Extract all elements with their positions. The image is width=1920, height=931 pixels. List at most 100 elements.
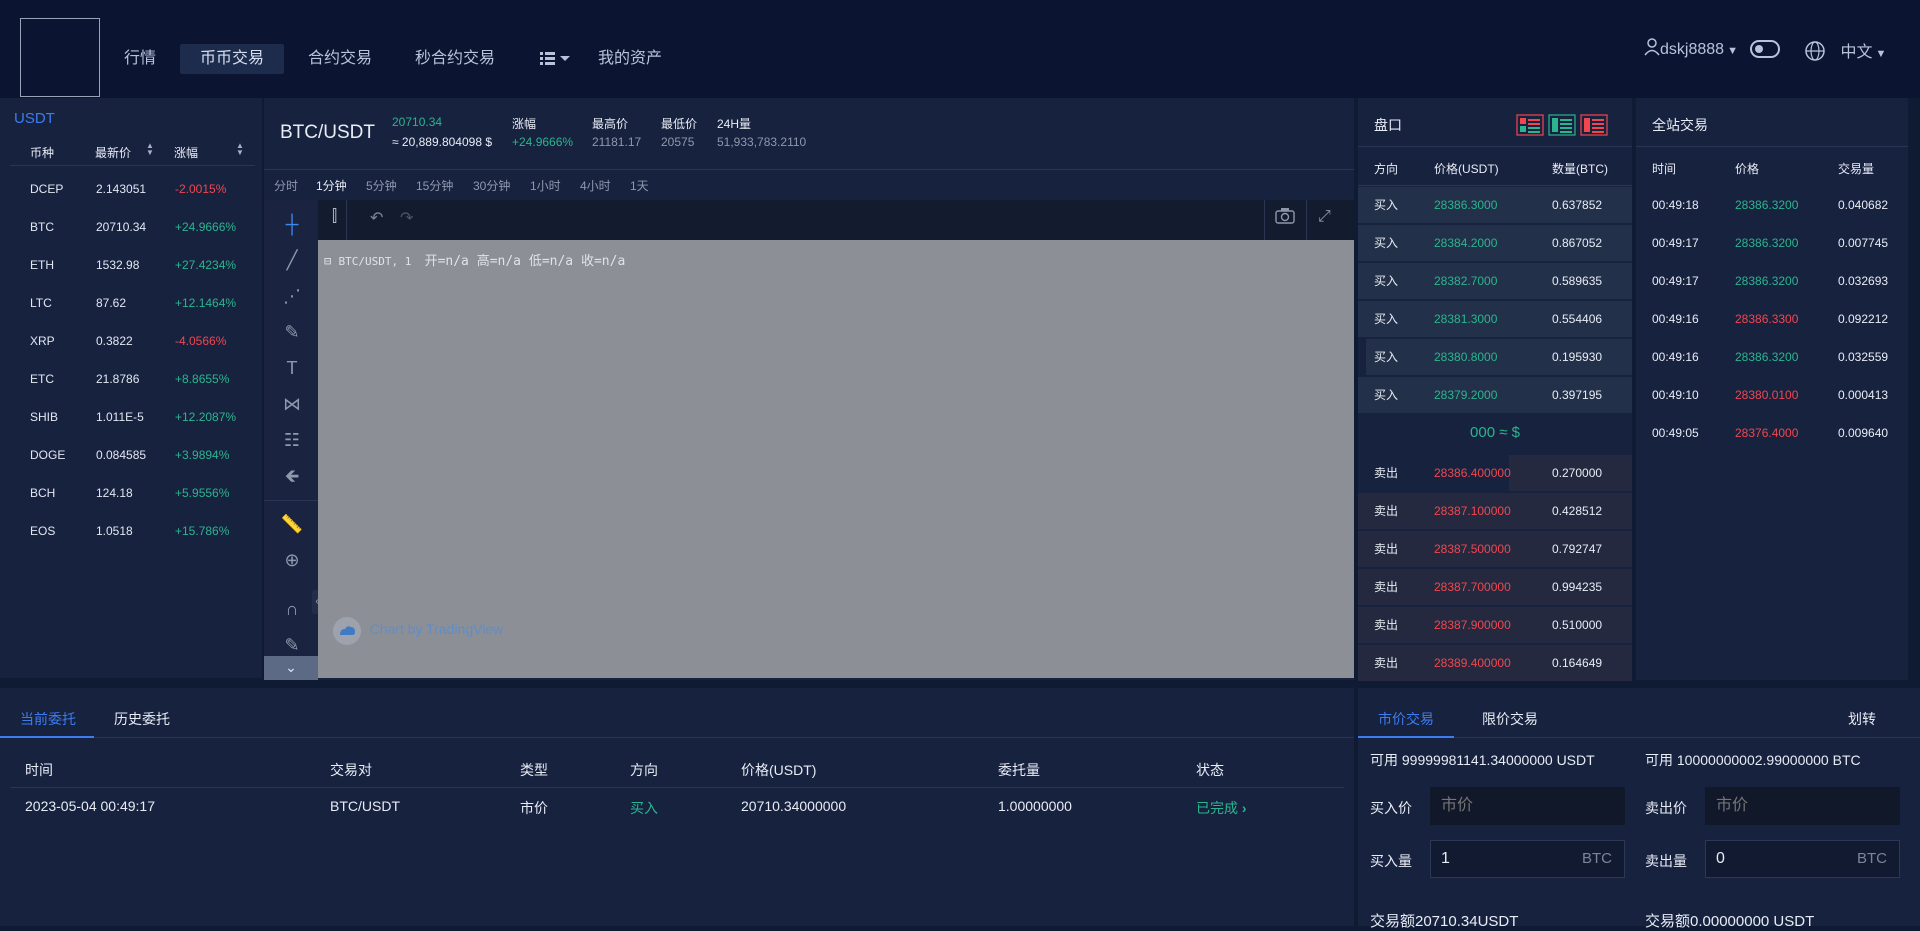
sort-icon[interactable]: ▲ ▼ xyxy=(236,142,244,157)
interval-option[interactable]: 15分钟 xyxy=(416,177,453,194)
nav-contract-trading[interactable]: 合约交易 xyxy=(288,44,392,74)
zoom-in-icon[interactable]: ⊕ xyxy=(280,548,304,572)
trendline-icon[interactable]: ╱ xyxy=(280,248,304,272)
table-row[interactable]: 卖出 28387.700000 0.994235 xyxy=(1358,568,1632,606)
table-row[interactable]: 卖出 28389.400000 0.164649 xyxy=(1358,644,1632,682)
pattern-tool-icon[interactable]: ⋈ xyxy=(280,392,304,416)
brush-icon[interactable]: ✎ xyxy=(280,320,304,344)
trade-time: 00:49:17 xyxy=(1652,274,1699,288)
market-change: -4.0566% xyxy=(175,334,227,348)
market-coin: LTC xyxy=(30,296,52,310)
fullscreen-icon[interactable]: ⤢ xyxy=(1318,208,1331,226)
table-row[interactable]: 卖出 28386.400000 0.270000 xyxy=(1358,454,1632,492)
orders-col-price: 价格(USDT) xyxy=(741,762,817,778)
sell-price-input[interactable] xyxy=(1705,787,1900,825)
orderbook-view-all-button[interactable] xyxy=(1516,114,1544,139)
user-menu[interactable]: dskj8888 ▼ xyxy=(1644,38,1738,59)
list-item[interactable]: LTC 87.62 +12.1464% xyxy=(30,284,262,322)
orderbook-price: 28387.900000 xyxy=(1434,618,1511,632)
interval-option[interactable]: 30分钟 xyxy=(473,177,510,194)
crosshair-icon[interactable]: ┼ xyxy=(280,212,304,236)
buy-qty-input[interactable]: 1 BTC xyxy=(1430,840,1625,878)
table-row[interactable]: 买入 28382.7000 0.589635 xyxy=(1358,262,1632,300)
interval-option[interactable]: 1小时 xyxy=(530,177,561,194)
nav-my-assets[interactable]: 我的资产 xyxy=(578,44,682,74)
redo-icon[interactable]: ↷ xyxy=(400,208,413,228)
camera-icon[interactable] xyxy=(1274,206,1296,229)
list-item[interactable]: ETC 21.8786 +8.8655% xyxy=(30,360,262,398)
text-tool-icon[interactable]: T xyxy=(280,356,304,380)
arrow-left-icon[interactable]: 🡸 xyxy=(280,464,304,488)
language-label: 中文 xyxy=(1840,44,1873,61)
fib-tool-icon[interactable]: ⋰ xyxy=(280,284,304,308)
trade-time: 00:49:05 xyxy=(1652,426,1699,440)
table-row[interactable]: 卖出 28387.100000 0.428512 xyxy=(1358,492,1632,530)
nav-more-menu[interactable] xyxy=(538,48,572,68)
buy-price-input[interactable] xyxy=(1430,787,1625,825)
market-col-price[interactable]: 最新价 xyxy=(95,144,131,161)
table-row[interactable]: 2023-05-04 00:49:17 BTC/USDT 市价 买入 20710… xyxy=(10,792,1344,822)
list-item[interactable]: XRP 0.3822 -4.0566% xyxy=(30,322,262,360)
interval-option[interactable]: 1天 xyxy=(630,177,649,194)
lock-drawing-icon[interactable]: ✎ xyxy=(280,633,304,657)
orderbook-qty: 0.994235 xyxy=(1552,580,1603,594)
list-item[interactable]: DOGE 0.084585 +3.9894% xyxy=(30,436,262,474)
orderbook-qty: 0.637852 xyxy=(1552,198,1603,212)
tab-current-orders[interactable]: 当前委托 xyxy=(20,709,76,729)
table-row[interactable]: 买入 28379.2000 0.397195 xyxy=(1358,376,1632,414)
market-coin: ETH xyxy=(30,258,54,272)
interval-option[interactable]: 1分钟 xyxy=(316,177,347,194)
trade-price: 28386.3300 xyxy=(1735,312,1799,326)
order-status[interactable]: 已完成 › xyxy=(1196,798,1247,818)
table-row[interactable]: 卖出 28387.500000 0.792747 xyxy=(1358,530,1632,568)
orderbook-qty: 0.554406 xyxy=(1552,312,1603,326)
table-row[interactable]: 买入 28386.3000 0.637852 xyxy=(1358,186,1632,224)
table-row[interactable]: 卖出 28387.900000 0.510000 xyxy=(1358,606,1632,644)
list-item[interactable]: BCH 124.18 +5.9556% xyxy=(30,474,262,512)
list-item[interactable]: ETH 1532.98 +27.4234% xyxy=(30,246,262,284)
tab-history-orders[interactable]: 历史委托 xyxy=(114,709,170,729)
nav-spot-trading[interactable]: 币币交易 xyxy=(180,44,285,74)
list-item[interactable]: DCEP 2.143051 -2.0015% xyxy=(30,170,262,208)
table-row[interactable]: 买入 28380.8000 0.195930 xyxy=(1358,338,1632,376)
nav-second-contract[interactable]: 秒合约交易 xyxy=(395,44,515,74)
interval-option[interactable]: 分时 xyxy=(274,177,298,194)
chart-legend-ohlc: 开=n/a 高=n/a 低=n/a 收=n/a xyxy=(424,254,626,269)
theme-toggle[interactable] xyxy=(1750,40,1780,58)
sell-qty-input[interactable]: 0 BTC xyxy=(1705,840,1900,878)
undo-icon[interactable]: ↶ xyxy=(370,208,383,228)
list-item[interactable]: BTC 20710.34 +24.9666% xyxy=(30,208,262,246)
tradingview-watermark[interactable]: Chart by TradingView xyxy=(332,616,503,646)
chevron-down-icon[interactable]: ⌄ xyxy=(264,656,318,680)
list-item[interactable]: EOS 1.0518 +15.786% xyxy=(30,512,262,550)
table-row[interactable]: 买入 28384.2000 0.867052 xyxy=(1358,224,1632,262)
nav-markets[interactable]: 行情 xyxy=(104,44,176,74)
tab-limit-order[interactable]: 限价交易 xyxy=(1482,709,1538,729)
sort-icon[interactable]: ▲ ▼ xyxy=(146,142,154,157)
table-row[interactable]: 买入 28381.3000 0.554406 xyxy=(1358,300,1632,338)
orderbook-view-buy-button[interactable] xyxy=(1548,114,1576,139)
order-type: 市价 xyxy=(520,800,548,816)
magnet-icon[interactable]: ∩ xyxy=(280,597,304,621)
chart-top-toolbar xyxy=(318,200,1354,240)
toolbar-divider xyxy=(1264,200,1265,240)
active-tab-indicator xyxy=(1358,736,1454,738)
market-col-change[interactable]: 涨幅 xyxy=(174,144,198,161)
language-menu[interactable]: 中文 ▼ xyxy=(1804,38,1886,62)
price-chart-canvas[interactable] xyxy=(318,240,1354,678)
tab-market-order[interactable]: 市价交易 xyxy=(1378,709,1434,729)
interval-option[interactable]: 5分钟 xyxy=(366,177,397,194)
logo[interactable] xyxy=(20,18,100,97)
ticker-low-label: 最低价 xyxy=(661,117,698,131)
transfer-button[interactable]: 划转 xyxy=(1848,709,1876,729)
market-coin: DOGE xyxy=(30,448,66,462)
quote-currency-tab[interactable]: USDT xyxy=(14,110,55,127)
list-item[interactable]: SHIB 1.011E-5 +12.2087% xyxy=(30,398,262,436)
ruler-icon[interactable]: 📏 xyxy=(280,512,304,536)
interval-option[interactable]: 4小时 xyxy=(580,177,611,194)
prediction-tool-icon[interactable]: ☷ xyxy=(280,428,304,452)
collapse-legend-icon[interactable]: ⊟ xyxy=(324,254,331,268)
orderbook-price: 28380.8000 xyxy=(1434,350,1498,364)
orderbook-view-sell-button[interactable] xyxy=(1580,114,1608,139)
candles-icon[interactable]: ⫿ xyxy=(332,208,337,226)
